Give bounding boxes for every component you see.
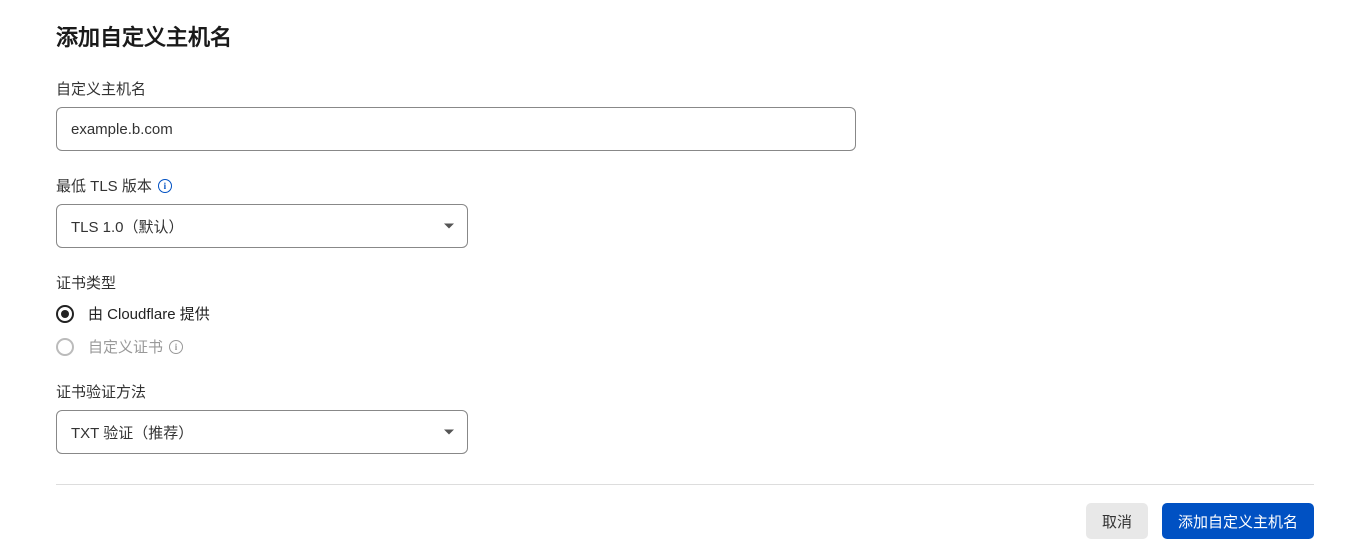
cert-validation-select[interactable]: TXT 验证（推荐） bbox=[56, 410, 468, 454]
footer: 取消 添加自定义主机名 bbox=[56, 485, 1314, 539]
cancel-button[interactable]: 取消 bbox=[1086, 503, 1148, 539]
radio-cloudflare-label: 由 Cloudflare 提供 bbox=[88, 303, 210, 324]
radio-custom-cert-label: 自定义证书 i bbox=[88, 336, 183, 357]
cert-validation-selected-value: TXT 验证（推荐） bbox=[71, 422, 193, 443]
info-icon[interactable]: i bbox=[158, 179, 172, 193]
tls-selected-value: TLS 1.0（默认） bbox=[71, 216, 184, 237]
submit-button[interactable]: 添加自定义主机名 bbox=[1162, 503, 1314, 539]
cert-validation-label: 证书验证方法 bbox=[56, 381, 1314, 402]
hostname-group: 自定义主机名 bbox=[56, 78, 1314, 151]
cert-type-group: 证书类型 由 Cloudflare 提供 自定义证书 i bbox=[56, 272, 1314, 357]
radio-cloudflare[interactable]: 由 Cloudflare 提供 bbox=[56, 303, 1314, 324]
tls-label: 最低 TLS 版本 i bbox=[56, 175, 1314, 196]
cert-type-label: 证书类型 bbox=[56, 272, 1314, 293]
cert-validation-group: 证书验证方法 TXT 验证（推荐） bbox=[56, 381, 1314, 454]
radio-circle-icon bbox=[56, 305, 74, 323]
radio-custom-cert-text: 自定义证书 bbox=[88, 336, 163, 357]
tls-select[interactable]: TLS 1.0（默认） bbox=[56, 204, 468, 248]
info-icon: i bbox=[169, 340, 183, 354]
radio-custom-cert: 自定义证书 i bbox=[56, 336, 1314, 357]
tls-label-text: 最低 TLS 版本 bbox=[56, 175, 152, 196]
hostname-label: 自定义主机名 bbox=[56, 78, 1314, 99]
radio-circle-icon bbox=[56, 338, 74, 356]
tls-group: 最低 TLS 版本 i TLS 1.0（默认） bbox=[56, 175, 1314, 248]
page-title: 添加自定义主机名 bbox=[56, 20, 1314, 52]
hostname-input[interactable] bbox=[56, 107, 856, 151]
